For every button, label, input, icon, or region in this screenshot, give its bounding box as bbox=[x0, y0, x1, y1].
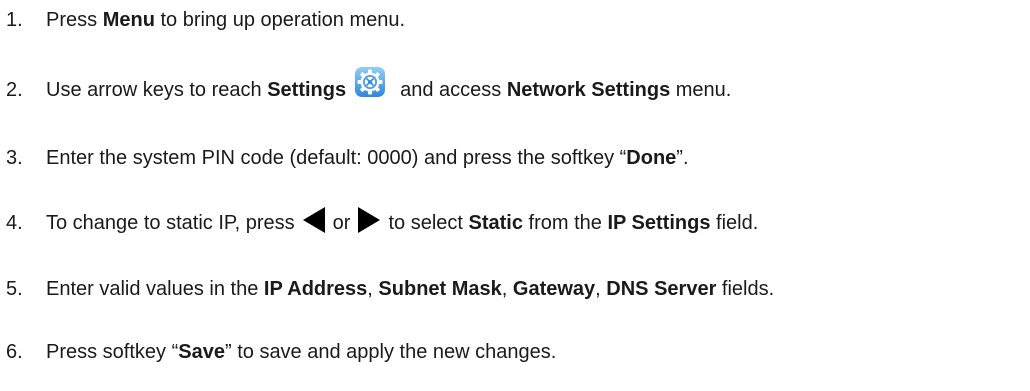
step-number: 2. bbox=[6, 78, 23, 101]
step-3: 3. Enter the system PIN code (default: 0… bbox=[6, 142, 689, 174]
step-text: To change to static IP, press or to sele… bbox=[46, 206, 758, 240]
text-segment: menu. bbox=[670, 78, 732, 101]
text-segment: , bbox=[595, 277, 607, 300]
save-keyword: Save bbox=[178, 340, 225, 363]
subnet-mask-keyword: Subnet Mask bbox=[378, 277, 502, 300]
left-arrow-icon bbox=[302, 206, 325, 240]
or-text: or bbox=[332, 211, 351, 234]
step-1: 1. Press Menu to bring up operation menu… bbox=[6, 4, 405, 36]
step-number: 3. bbox=[6, 146, 23, 169]
settings-gear-icon bbox=[354, 66, 386, 98]
text-segment: , bbox=[501, 277, 513, 300]
text-segment: Enter the system PIN code (default: 0000… bbox=[46, 146, 627, 169]
step-text: Press softkey “ Save ” to save and apply… bbox=[46, 341, 556, 364]
step-6: 6. Press softkey “ Save ” to save and ap… bbox=[6, 336, 556, 368]
right-arrow-icon bbox=[358, 206, 381, 240]
step-number: 4. bbox=[6, 211, 23, 234]
text-segment: from the bbox=[522, 211, 608, 234]
done-keyword: Done bbox=[626, 146, 677, 169]
text-segment: field. bbox=[710, 211, 759, 234]
text-segment: to select bbox=[388, 211, 469, 234]
ip-settings-keyword: IP Settings bbox=[607, 211, 711, 234]
step-number: 6. bbox=[6, 340, 23, 363]
text-segment: fields. bbox=[716, 277, 775, 300]
text-segment: Press bbox=[46, 8, 103, 31]
step-text: Enter valid values in the IP Address , S… bbox=[46, 278, 774, 301]
text-segment: to bring up operation menu. bbox=[154, 8, 406, 31]
text-segment: Use arrow keys to reach bbox=[46, 78, 268, 101]
text-segment: Enter valid values in the bbox=[46, 277, 264, 300]
static-keyword: Static bbox=[468, 211, 523, 234]
step-text: Press Menu to bring up operation menu. bbox=[46, 9, 405, 32]
instruction-steps: 1. Press Menu to bring up operation menu… bbox=[0, 0, 1030, 391]
settings-keyword: Settings bbox=[267, 78, 347, 101]
dns-server-keyword: DNS Server bbox=[606, 277, 717, 300]
step-number: 5. bbox=[6, 277, 23, 300]
step-5: 5. Enter valid values in the IP Address … bbox=[6, 273, 774, 305]
text-segment: To change to static IP, press bbox=[46, 211, 295, 234]
text-segment: ” to save and apply the new changes. bbox=[224, 340, 557, 363]
text-segment: and access bbox=[400, 78, 507, 101]
ip-address-keyword: IP Address bbox=[263, 277, 368, 300]
text-segment: ”. bbox=[676, 146, 689, 169]
step-2: 2. Use arrow keys to reach Settings and … bbox=[6, 67, 732, 106]
menu-keyword: Menu bbox=[102, 8, 155, 31]
step-number: 1. bbox=[6, 8, 23, 31]
text-segment: Press softkey “ bbox=[46, 340, 179, 363]
gateway-keyword: Gateway bbox=[512, 277, 596, 300]
step-text: Enter the system PIN code (default: 0000… bbox=[46, 147, 689, 170]
step-4: 4. To change to static IP, press or to s… bbox=[6, 207, 758, 239]
network-settings-keyword: Network Settings bbox=[506, 78, 671, 101]
step-text: Use arrow keys to reach Settings and acc… bbox=[46, 67, 732, 106]
text-segment: , bbox=[367, 277, 379, 300]
